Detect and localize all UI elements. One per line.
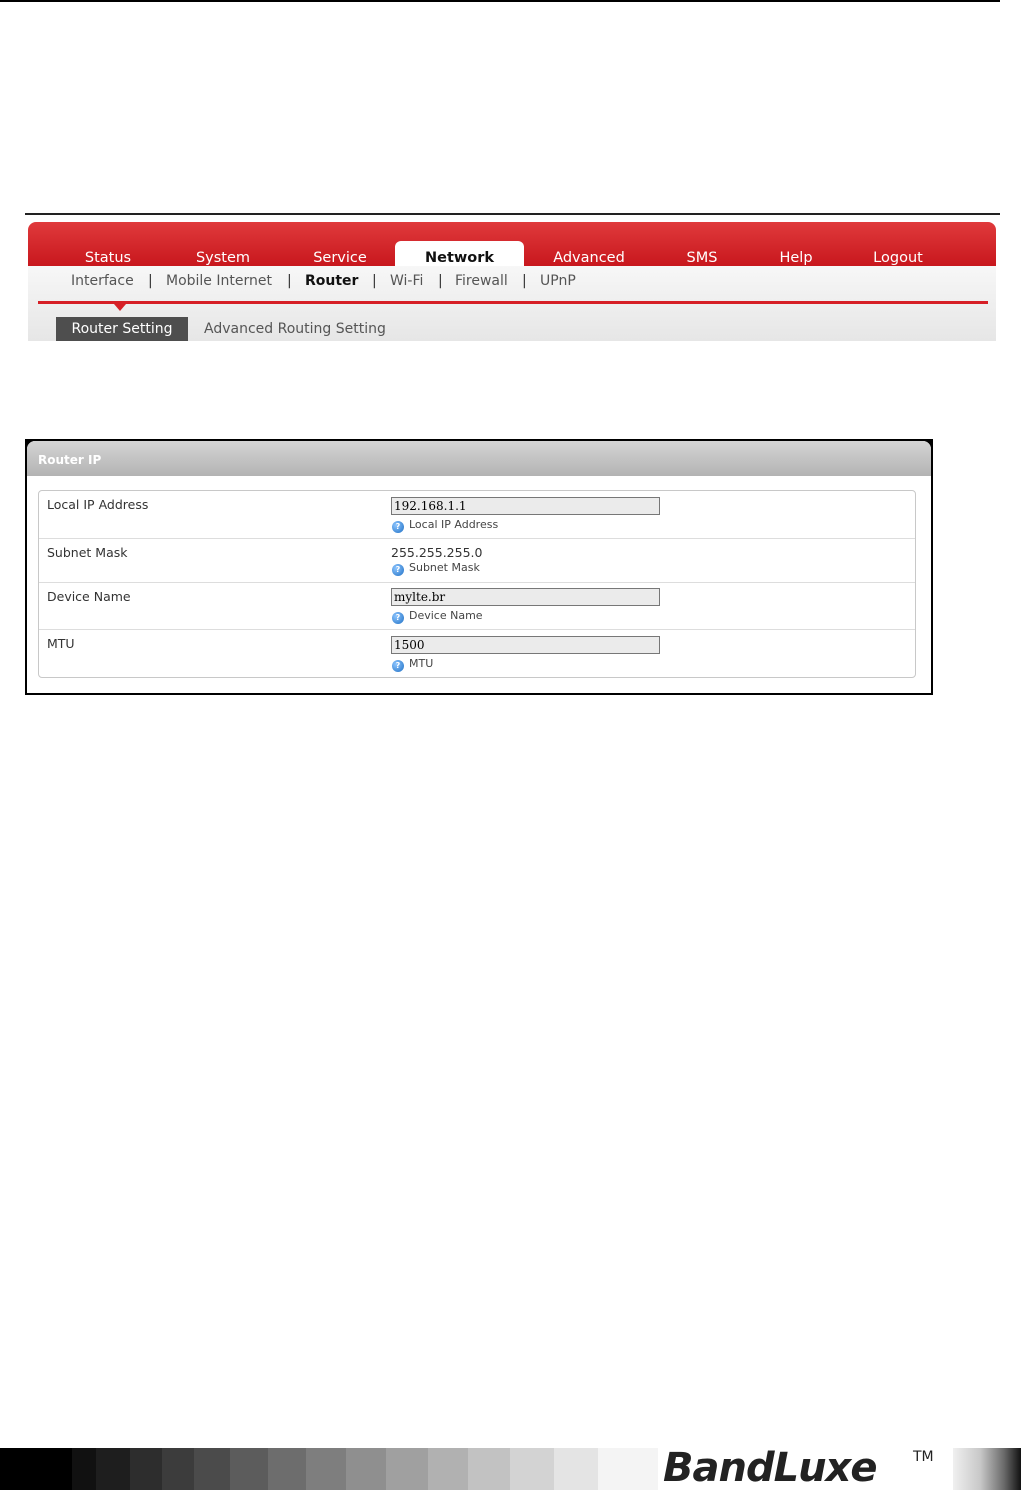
local-ip-help-text: Local IP Address (409, 518, 499, 531)
mtu-label: MTU (47, 636, 75, 651)
device-name-help-text: Device Name (409, 609, 483, 622)
subnet-mask-help-text: Subnet Mask (409, 561, 480, 574)
help-icon[interactable]: ? (392, 660, 404, 672)
local-ip-help: ? Local IP Address (392, 518, 498, 533)
mtu-help-text: MTU (409, 657, 434, 670)
device-name-input[interactable]: mylte.br (391, 588, 660, 606)
footer-swatch (386, 1448, 428, 1490)
page-top-rule (0, 0, 1000, 2)
router-nav-screenshot: Status System Service Network Advanced S… (25, 213, 1000, 341)
footer-swatch (510, 1448, 554, 1490)
sub-nav-firewall[interactable]: Firewall (455, 273, 508, 289)
local-ip-input[interactable]: 192.168.1.1 (391, 497, 660, 515)
main-nav-bar: Status System Service Network Advanced S… (28, 222, 996, 275)
sub-nav-separator: | (287, 273, 292, 289)
sub-nav-interface[interactable]: Interface (71, 273, 134, 289)
form-row-device-name: Device Name mylte.br ? Device Name (39, 583, 915, 630)
nav-top-line (25, 213, 1000, 215)
footer-swatch (0, 1448, 72, 1490)
router-ip-form: Local IP Address 192.168.1.1 ? Local IP A… (38, 490, 916, 678)
tab-router-setting[interactable]: Router Setting (56, 317, 188, 341)
active-sub-caret (114, 304, 126, 311)
footer-swatch (468, 1448, 510, 1490)
subnet-mask-help: ? Subnet Mask (392, 561, 480, 576)
sub-nav-upnp[interactable]: UPnP (540, 273, 576, 289)
sub-nav-separator: | (438, 273, 443, 289)
subnet-mask-label: Subnet Mask (47, 545, 128, 560)
sub-nav-separator: | (372, 273, 377, 289)
device-name-help: ? Device Name (392, 609, 483, 624)
footer-swatch (230, 1448, 268, 1490)
tab-advanced-routing-setting[interactable]: Advanced Routing Setting (204, 317, 404, 341)
sub-nav-mobile-internet[interactable]: Mobile Internet (166, 273, 272, 289)
footer-swatch (268, 1448, 306, 1490)
form-row-local-ip: Local IP Address 192.168.1.1 ? Local IP A… (39, 491, 915, 539)
trademark-mark: TM (913, 1449, 934, 1465)
help-icon[interactable]: ? (392, 521, 404, 533)
local-ip-label: Local IP Address (47, 497, 149, 512)
sub-nav-router[interactable]: Router (305, 273, 358, 289)
footer-swatch (598, 1448, 658, 1490)
device-name-label: Device Name (47, 589, 131, 604)
footer-swatch (96, 1448, 130, 1490)
footer-swatch (162, 1448, 194, 1490)
footer-swatch (194, 1448, 230, 1490)
sub-nav-red-line (38, 301, 988, 304)
footer-swatch (554, 1448, 598, 1490)
mtu-input[interactable]: 1500 (391, 636, 660, 654)
footer-swatch (428, 1448, 468, 1490)
mtu-help: ? MTU (392, 657, 433, 672)
form-row-subnet-mask: Subnet Mask 255.255.255.0 ? Subnet Mask (39, 539, 915, 583)
footer-swatch (346, 1448, 386, 1490)
footer-right-gradient (953, 1448, 1021, 1490)
router-ip-panel-inner: Router IP Local IP Address 192.168.1.1 ?… (27, 441, 931, 693)
footer-swatch (130, 1448, 162, 1490)
footer-swatch (306, 1448, 346, 1490)
help-icon[interactable]: ? (392, 564, 404, 576)
sub-nav-separator: | (148, 273, 153, 289)
sub-nav-separator: | (522, 273, 527, 289)
subnet-mask-value: 255.255.255.0 (391, 545, 483, 560)
help-icon[interactable]: ? (392, 612, 404, 624)
panel-title: Router IP (27, 441, 931, 476)
sub-nav-wifi[interactable]: Wi-Fi (390, 273, 423, 289)
router-ip-panel: Router IP Local IP Address 192.168.1.1 ?… (25, 439, 933, 695)
bandluxe-logo: BandLuxe (663, 1445, 877, 1490)
footer-swatch (72, 1448, 96, 1490)
form-row-mtu: MTU 1500 ? MTU (39, 630, 915, 677)
